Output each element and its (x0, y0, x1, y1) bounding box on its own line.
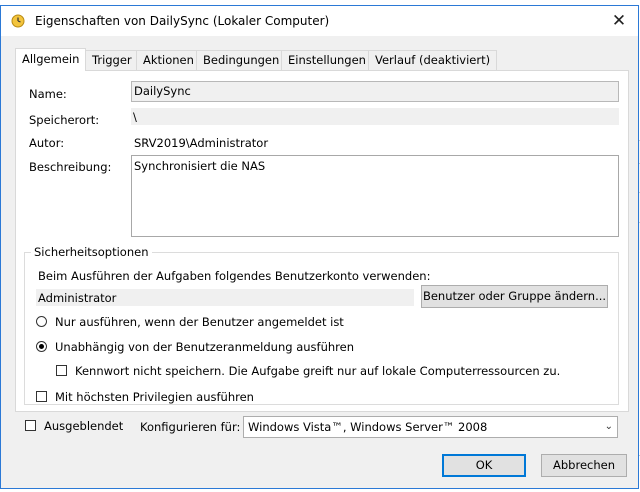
tab-bedingungen[interactable]: Bedingungen (196, 50, 287, 70)
clock-icon (11, 14, 25, 28)
run-independent-label[interactable]: Unabhängig von der Benutzeranmeldung aus… (55, 340, 354, 354)
ok-button[interactable]: OK (442, 454, 526, 477)
run-independent-radio[interactable] (36, 341, 47, 352)
task-properties-dialog: Eigenschaften von DailySync (Lokaler Com… (0, 5, 639, 489)
author-label: Autor: (29, 136, 65, 150)
configure-label: Konfigurieren für: (140, 420, 241, 434)
tab-trigger[interactable]: Trigger (85, 50, 139, 70)
highest-privileges-label[interactable]: Mit höchsten Privilegien ausführen (55, 390, 254, 404)
tab-aktionen[interactable]: Aktionen (136, 50, 201, 70)
account-field: Administrator (36, 289, 414, 306)
no-password-label[interactable]: Kennwort nicht speichern. Die Aufgabe gr… (75, 364, 560, 378)
name-label: Name: (29, 87, 67, 101)
description-textarea[interactable]: Synchronisiert die NAS (131, 155, 619, 237)
author-value: SRV2019\Administrator (134, 136, 269, 150)
hidden-checkbox[interactable] (25, 420, 36, 431)
hidden-label[interactable]: Ausgeblendet (44, 419, 123, 433)
account-prompt: Beim Ausführen der Aufgaben folgendes Be… (38, 269, 431, 283)
no-password-checkbox[interactable] (56, 365, 67, 376)
name-field[interactable]: DailySync (131, 81, 619, 102)
tab-verlauf[interactable]: Verlauf (deaktiviert) (368, 50, 498, 70)
configure-for-select[interactable]: Windows Vista™, Windows Server™ 2008 ⌄ (243, 416, 618, 438)
general-tab-panel: Name: DailySync Speicherort: \ Autor: SR… (15, 70, 629, 412)
configure-for-value: Windows Vista™, Windows Server™ 2008 (248, 420, 488, 434)
close-icon[interactable]: ✕ (607, 9, 631, 33)
description-label: Beschreibung: (29, 160, 112, 174)
security-options-title: Sicherheitsoptionen (31, 245, 152, 259)
change-user-button[interactable]: Benutzer oder Gruppe ändern... (421, 285, 608, 308)
run-logged-on-radio[interactable] (36, 316, 47, 327)
location-label: Speicherort: (29, 113, 100, 127)
cancel-button[interactable]: Abbrechen (541, 454, 627, 477)
chevron-down-icon: ⌄ (604, 421, 613, 432)
title-bar[interactable]: Eigenschaften von DailySync (Lokaler Com… (1, 6, 638, 36)
window-title: Eigenschaften von DailySync (Lokaler Com… (35, 14, 330, 28)
run-logged-on-label[interactable]: Nur ausführen, wenn der Benutzer angemel… (55, 315, 344, 329)
location-field: \ (131, 108, 619, 125)
tab-allgemein[interactable]: Allgemein (15, 48, 87, 71)
highest-privileges-checkbox[interactable] (36, 391, 47, 402)
tab-einstellungen[interactable]: Einstellungen (281, 50, 373, 70)
